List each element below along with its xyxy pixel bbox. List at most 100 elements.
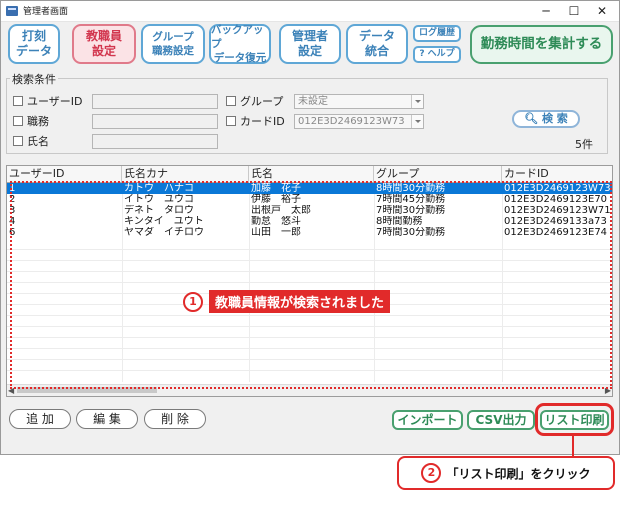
title-bar: 管理者画面 ─ ☐ ✕ [1,1,619,22]
nav-label-line2: 職務設定 [152,45,194,57]
nav-data-merge-button[interactable]: データ 統合 [346,24,408,64]
duty-label: 職務 [27,115,49,128]
add-button[interactable]: 追 加 [9,409,71,429]
nav-label-line2: 設定 [91,44,116,58]
search-button[interactable]: 🔍︎ 検 索 [512,110,580,128]
chevron-down-icon[interactable] [411,95,423,108]
scroll-right-icon[interactable]: ▶ [605,385,611,396]
group-select[interactable]: 未設定 [294,94,424,109]
step-2-number: 2 [421,463,442,483]
cell-user-id: 6 [9,227,16,238]
nav-group-duty-button[interactable]: グループ 職務設定 [141,24,205,64]
card-id-checkbox[interactable]: カードID [226,113,285,129]
staff-table[interactable]: ユーザーID 氏名カナ 氏名 グループ カードID 1 カトウ ハナコ 加藤 花… [6,165,613,397]
log-history-button[interactable]: ログ履歴 [413,25,461,42]
name-input[interactable] [92,134,218,149]
checkbox-box[interactable] [226,116,236,126]
cell-group: 8時間勤務 [376,216,423,227]
search-conditions-legend: 検索条件 [10,71,58,87]
nav-label-line2: 設定 [297,44,322,58]
table-row[interactable]: 6 ヤマダ イチロウ 山田 一郎 7時間30分勤務 012E3D2469123E… [7,227,612,238]
step-1-text: 教職員情報が検索されました [209,290,391,313]
user-id-label: ユーザーID [27,95,83,108]
cell-card-id: 012E3D2469123E74 [504,227,608,238]
checkbox-box[interactable] [13,96,23,106]
nav-staff-settings-button[interactable]: 教職員 設定 [72,24,136,64]
nav-label-line1: データ [358,29,395,43]
checkbox-box[interactable] [226,96,236,106]
cell-card-id: 012E3D2469123E70 [504,194,608,205]
scroll-left-icon[interactable]: ◀ [8,385,14,396]
nav-label-line2: データ [15,44,52,58]
nav-backup-restore-button[interactable]: バックアップ データ復元 [209,24,271,64]
annotation-connector [572,436,574,456]
minimize-icon[interactable]: ─ [532,1,560,21]
table-row[interactable]: 1 カトウ ハナコ 加藤 花子 8時間30分勤務 012E3D2469123W7… [7,183,612,194]
cell-card-id: 012E3D2469123W71 [504,205,611,216]
duty-checkbox[interactable]: 職務 [13,113,49,129]
aggregate-hours-button[interactable]: 勤務時間を集計する [470,25,613,64]
name-checkbox[interactable]: 氏名 [13,133,49,149]
print-list-button[interactable]: リスト印刷 [540,410,609,430]
import-button[interactable]: インポート [392,410,463,430]
cell-card-id: 012E3D2469123W73 [504,183,611,194]
group-select-value: 未設定 [298,96,328,107]
cell-group: 7時間30分勤務 [376,227,446,238]
chevron-down-icon[interactable] [411,115,423,128]
nav-label-line1: 教職員 [85,29,122,43]
header-name[interactable]: 氏名 [249,166,374,182]
cell-user-id: 2 [9,194,16,205]
user-id-checkbox[interactable]: ユーザーID [13,93,83,109]
table-row[interactable]: 4 キンタイ ユウト 勤怠 悠斗 8時間勤務 012E3D2469133a73 [7,216,612,227]
csv-export-button[interactable]: CSV出力 [467,410,535,430]
help-button[interactable]: ? ヘルプ [413,46,461,63]
cell-user-id: 3 [9,205,16,216]
duty-input[interactable] [92,114,218,129]
annotation-step-2: 2 「リスト印刷」をクリック [397,456,615,490]
step-1-number: 1 [183,291,203,312]
card-id-select[interactable]: 012E3D2469123W73 [294,114,424,129]
cell-group: 7時間45分勤務 [376,194,446,205]
header-user-id[interactable]: ユーザーID [7,166,122,182]
nav-admin-settings-button[interactable]: 管理者 設定 [279,24,341,64]
nav-label-line2: 統合 [364,44,389,58]
cell-user-id: 4 [9,216,16,227]
edit-button[interactable]: 編 集 [76,409,138,429]
group-label: グループ [240,95,284,108]
scrollbar-thumb[interactable] [17,387,157,393]
nav-punch-data-button[interactable]: 打刻 データ [8,24,60,64]
card-id-label: カードID [240,115,285,128]
cell-name-kana: ヤマダ イチロウ [124,227,204,238]
cell-group: 8時間30分勤務 [376,183,446,194]
maximize-icon[interactable]: ☐ [560,1,588,21]
result-count: 5件 [575,138,593,151]
cell-name: 勤怠 悠斗 [251,216,301,227]
group-checkbox[interactable]: グループ [226,93,283,109]
app-icon [6,6,18,16]
cell-name-kana: イトウ ユウコ [124,194,194,205]
table-row[interactable]: 3 デネト タロウ 出根戸 太郎 7時間30分勤務 012E3D2469123W… [7,205,612,216]
checkbox-box[interactable] [13,116,23,126]
cell-name-kana: デネト タロウ [124,205,194,216]
delete-button[interactable]: 削 除 [144,409,206,429]
checkbox-box[interactable] [13,136,23,146]
nav-label-line1: 管理者 [291,29,328,43]
close-icon[interactable]: ✕ [588,1,616,21]
cell-name: 出根戸 太郎 [251,205,311,216]
search-button-label: 検 索 [541,112,568,125]
nav-label-line1: バックアップ [211,24,264,50]
cell-name: 伊藤 裕子 [251,194,301,205]
nav-label-line1: 打刻 [21,29,46,43]
window-title: 管理者画面 [23,7,69,17]
cell-name: 山田 一郎 [251,227,301,238]
table-row[interactable]: 2 イトウ ユウコ 伊藤 裕子 7時間45分勤務 012E3D2469123E7… [7,194,612,205]
horizontal-scrollbar[interactable]: ◀ ▶ [7,384,612,396]
header-card-id[interactable]: カードID [502,166,612,182]
header-group[interactable]: グループ [374,166,502,182]
user-id-input[interactable] [92,94,218,109]
cell-group: 7時間30分勤務 [376,205,446,216]
header-name-kana[interactable]: 氏名カナ [122,166,249,182]
cell-name-kana: カトウ ハナコ [124,183,194,194]
step-2-text: 「リスト印刷」をクリック [446,466,591,481]
nav-label-line2: データ復元 [213,52,267,64]
